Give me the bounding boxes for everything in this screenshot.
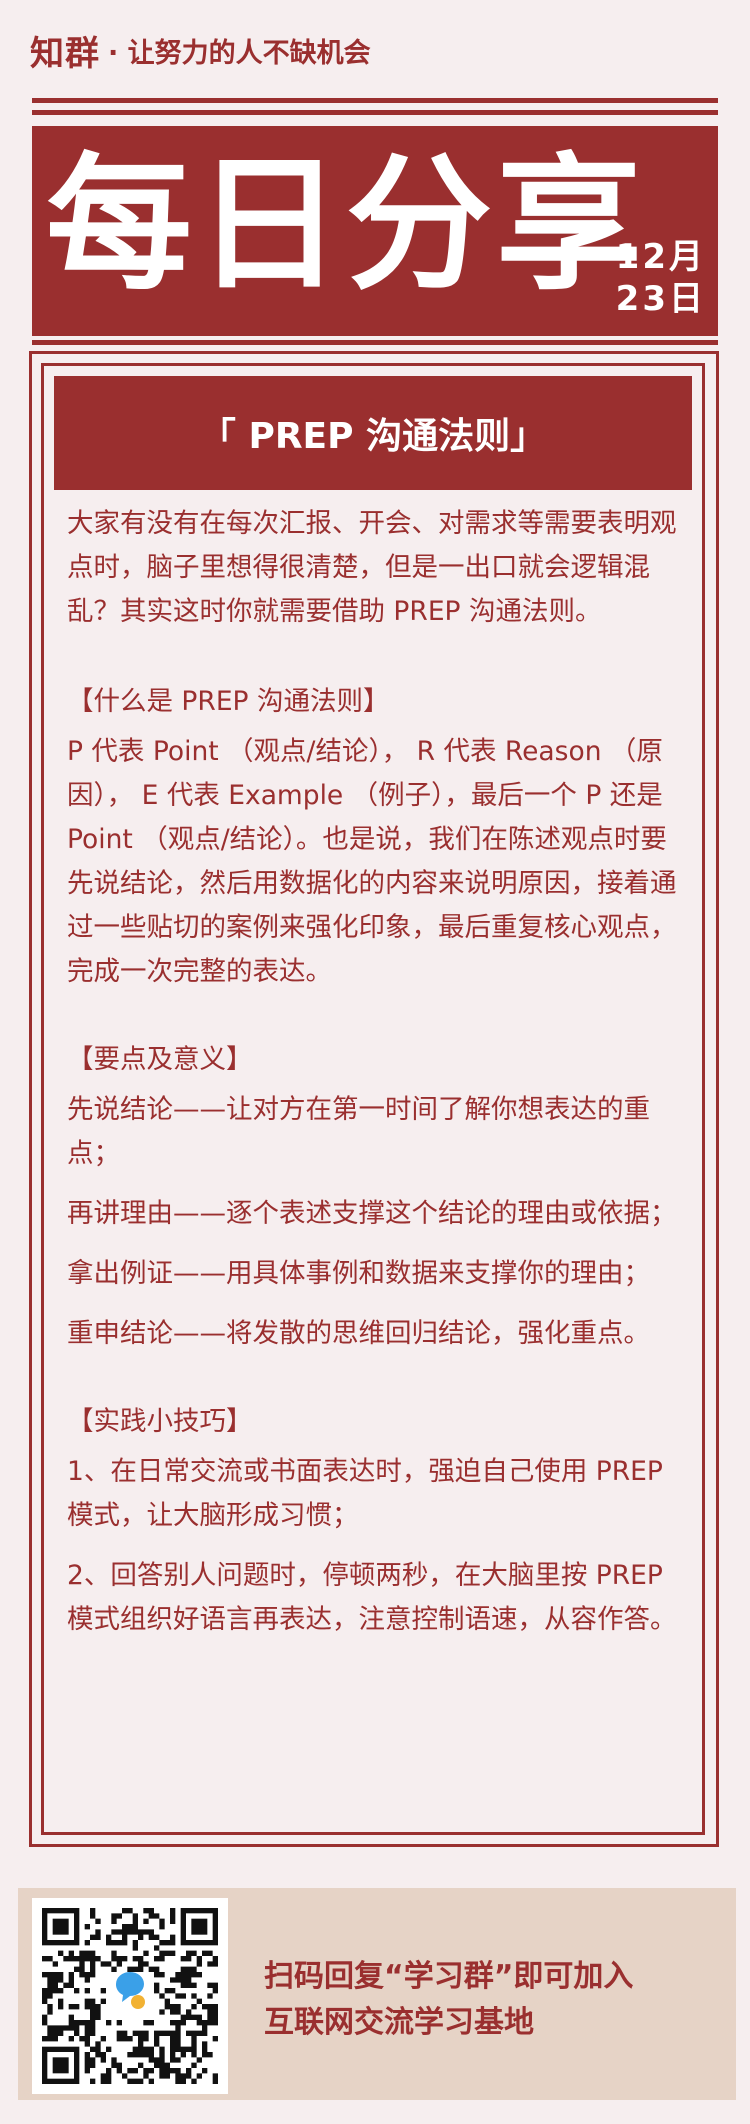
footer-text: 扫码回复“学习群”即可加入 互联网交流学习基地 xyxy=(264,1954,633,2046)
footer-line-2: 互联网交流学习基地 xyxy=(264,2005,534,2040)
tips-heading: 【实践小技巧】 xyxy=(67,1406,253,1437)
qr-code-icon[interactable] xyxy=(32,1898,228,2094)
divider-line-bottom xyxy=(32,110,718,115)
qr-finder-pattern xyxy=(42,1908,80,1946)
footer-promo: 扫码回复“学习群”即可加入 互联网交流学习基地 xyxy=(18,1888,736,2100)
point-item: 重申结论——将发散的思维回归结论，强化重点。 xyxy=(67,1318,650,1349)
banner-date: 12月 23日 xyxy=(616,236,706,320)
tip-item: 1、在日常交流或书面表达时，强迫自己使用 PREP 模式，让大脑形成习惯； xyxy=(67,1456,663,1531)
top-brand-bar: 知群 · 让努力的人不缺机会 xyxy=(30,28,371,74)
qr-finder-pattern xyxy=(42,2046,80,2084)
article-content: 大家有没有在每次汇报、开会、对需求等需要表明观点时，脑子里想得很清楚，但是一出口… xyxy=(67,502,677,1658)
qr-finder-pattern xyxy=(180,1908,218,1946)
article-inner-frame: 「 PREP 沟通法则」 大家有没有在每次汇报、开会、对需求等需要表明观点时，脑… xyxy=(41,363,705,1835)
point-item: 先说结论——让对方在第一时间了解你想表达的重点； xyxy=(67,1094,650,1169)
what-heading: 【什么是 PREP 沟通法则】 xyxy=(67,686,390,717)
section-title: 「 PREP 沟通法则」 xyxy=(54,376,692,490)
title-banner: 每日分享 12月 23日 xyxy=(32,126,718,340)
brand-logo: 知群 xyxy=(30,33,100,74)
intro-paragraph: 大家有没有在每次汇报、开会、对需求等需要表明观点时，脑子里想得很清楚，但是一出口… xyxy=(67,508,677,627)
qr-code-graphic xyxy=(42,1908,218,2084)
date-month: 12月 xyxy=(615,237,706,277)
date-day: 23日 xyxy=(615,279,706,319)
brand-tagline: · 让努力的人不缺机会 xyxy=(108,37,371,69)
chat-bubble-icon xyxy=(115,1972,145,2009)
footer-line-1: 扫码回复“学习群”即可加入 xyxy=(264,1959,634,1994)
point-item: 拿出例证——用具体事例和数据来支撑你的理由； xyxy=(67,1258,650,1289)
what-paragraph: P 代表 Point （观点/结论）， R 代表 Reason （原因）， E … xyxy=(67,736,677,987)
article-frame: 「 PREP 沟通法则」 大家有没有在每次汇报、开会、对需求等需要表明观点时，脑… xyxy=(29,351,719,1847)
divider-line-top xyxy=(32,98,718,103)
points-heading: 【要点及意义】 xyxy=(67,1044,253,1075)
tip-item: 2、回答别人问题时，停顿两秒，在大脑里按 PREP 模式组织好语言再表达，注意控… xyxy=(67,1560,677,1635)
banner-title: 每日分享 xyxy=(46,140,646,310)
point-item: 再讲理由——逐个表述支撑这个结论的理由或依据； xyxy=(67,1198,677,1229)
